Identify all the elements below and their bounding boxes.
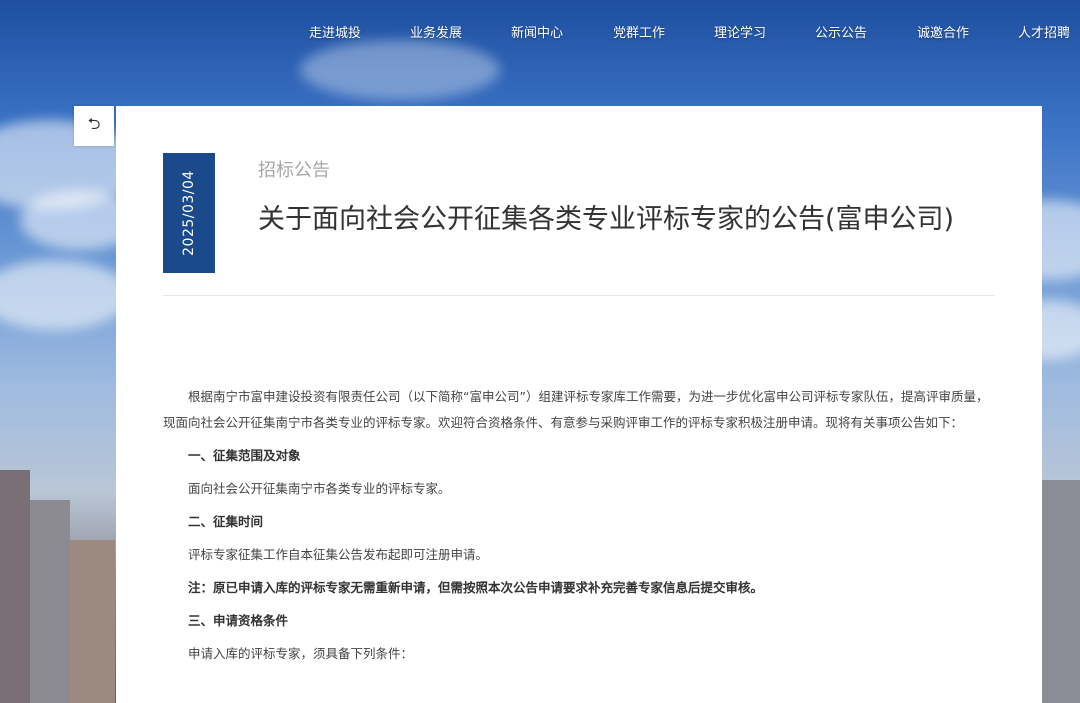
nav-item-business[interactable]: 业务发展 — [410, 22, 462, 41]
title-divider — [163, 295, 995, 296]
section-heading-2: 二、征集时间 — [188, 514, 264, 529]
intro-paragraph: 根据南宁市富申建设投资有限责任公司（以下简称“富申公司”）组建评标专家库工作需要… — [163, 389, 989, 430]
top-navigation: 走进城投 业务发展 新闻中心 党群工作 理论学习 公示公告 诚邀合作 人才招聘 — [0, 0, 1080, 62]
date-badge: 2025/03/04 — [163, 153, 215, 273]
nav-item-party[interactable]: 党群工作 — [613, 22, 665, 41]
nav-item-news[interactable]: 新闻中心 — [511, 22, 563, 41]
nav-item-theory[interactable]: 理论学习 — [714, 22, 766, 41]
article-body: 根据南宁市富申建设投资有限责任公司（以下简称“富申公司”）组建评标专家库工作需要… — [163, 384, 997, 674]
nav-item-recruitment[interactable]: 人才招聘 — [1018, 22, 1070, 41]
back-button[interactable]: ⮌ — [74, 106, 114, 146]
section-text-2: 评标专家征集工作自本征集公告发布起即可注册申请。 — [188, 547, 489, 562]
section-text-1: 面向社会公开征集南宁市各类专业的评标专家。 — [188, 481, 451, 496]
article-date: 2025/03/04 — [181, 170, 198, 256]
note-text: 注：原已申请入库的评标专家无需重新申请，但需按照本次公告申请要求补充完善专家信息… — [188, 580, 764, 595]
nav-item-about[interactable]: 走进城投 — [309, 22, 361, 41]
back-arrow-icon: ⮌ — [87, 113, 101, 133]
article-category: 招标公告 — [258, 160, 330, 181]
article-panel: 2025/03/04 招标公告 关于面向社会公开征集各类专业评标专家的公告(富申… — [116, 106, 1042, 703]
section-heading-1: 一、征集范围及对象 — [188, 448, 301, 463]
article-title: 关于面向社会公开征集各类专业评标专家的公告(富申公司) — [258, 204, 955, 235]
nav-item-announcements[interactable]: 公示公告 — [815, 22, 867, 41]
section-heading-3: 三、申请资格条件 — [188, 613, 289, 628]
nav-item-cooperation[interactable]: 诚邀合作 — [917, 22, 969, 41]
section-text-3: 申请入库的评标专家，须具备下列条件： — [188, 646, 414, 661]
